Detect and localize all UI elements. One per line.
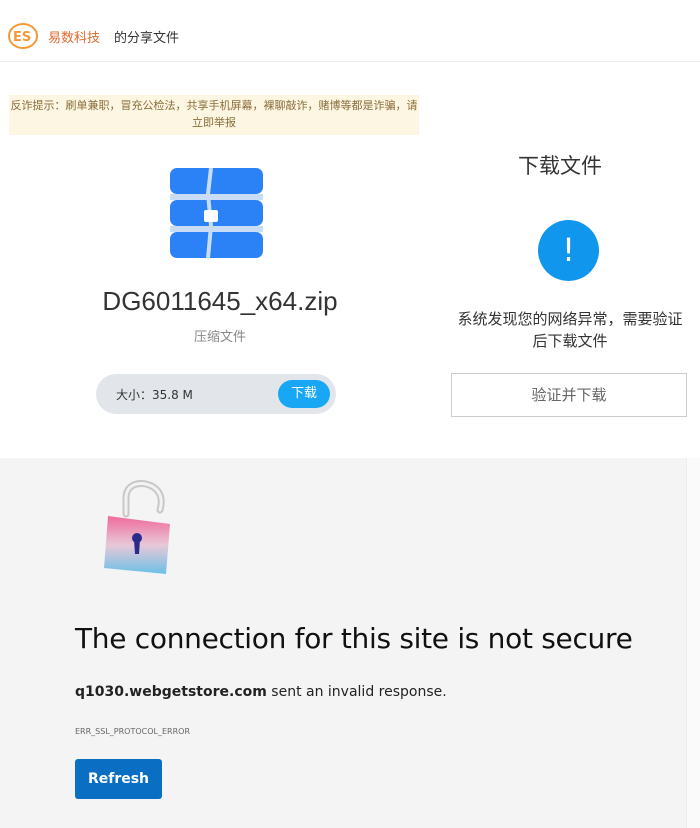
download-panel-title: 下载文件 [518, 154, 602, 178]
scrollbar[interactable] [686, 458, 700, 828]
refresh-button[interactable]: Refresh [75, 759, 162, 799]
file-size: 大小：35.8 M [116, 388, 193, 402]
zip-archive-icon [170, 168, 263, 258]
header-bar: ES 易数科技 的分享文件 [0, 0, 700, 62]
brand-name[interactable]: 易数科技 [48, 27, 100, 46]
broken-lock-icon [104, 480, 170, 574]
file-type: 压缩文件 [193, 330, 246, 345]
svg-text:ES: ES [13, 30, 31, 45]
es-logo-icon: ES [8, 23, 38, 49]
error-message-text: sent an invalid response. [266, 684, 447, 700]
fraud-warning: 反诈提示：刷单兼职，冒充公检法，共享手机屏幕，裸聊敲诈，赌博等都是诈骗，请立即举… [9, 95, 419, 135]
alert-icon: ! [538, 220, 599, 281]
error-message: q1030.webgetstore.com sent an invalid re… [75, 684, 447, 700]
file-size-bar: 大小：35.8 M 下载 [96, 374, 336, 414]
verify-download-button[interactable]: 验证并下载 [451, 373, 687, 417]
download-button[interactable]: 下载 [278, 380, 330, 408]
network-notice: 系统发现您的网络异常，需要验证后下载文件 [457, 310, 683, 350]
share-text: 的分享文件 [114, 31, 180, 46]
file-name: DG6011645_x64.zip [102, 286, 338, 316]
error-title: The connection for this site is not secu… [75, 622, 633, 655]
error-host: q1030.webgetstore.com [75, 684, 267, 700]
error-code: ERR_SSL_PROTOCOL_ERROR [75, 727, 191, 736]
